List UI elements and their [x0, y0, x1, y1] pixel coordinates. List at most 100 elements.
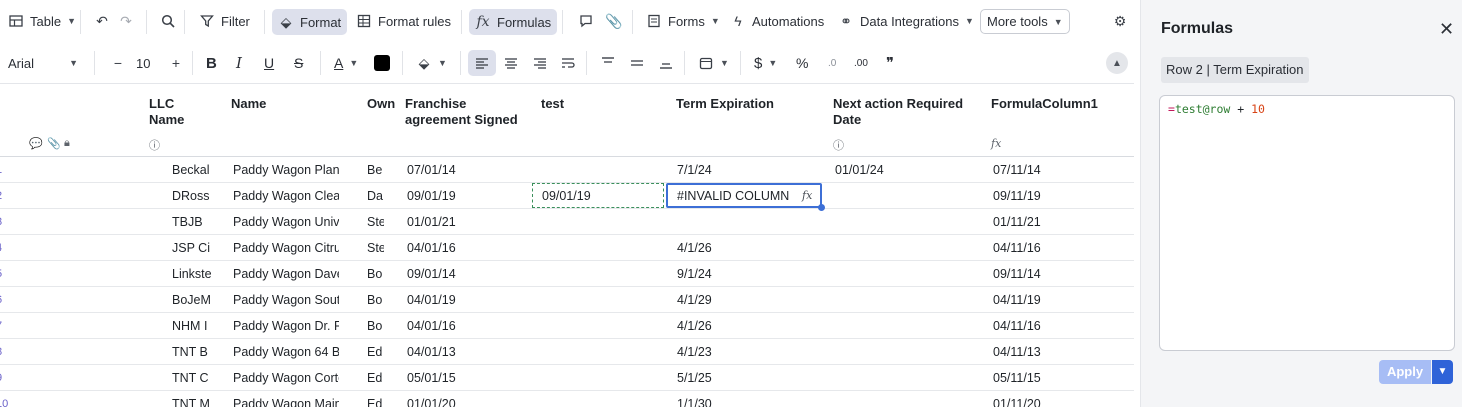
strikethrough-button[interactable]: S	[288, 50, 309, 76]
format-rules-button[interactable]: Format rules	[350, 8, 457, 34]
table-row[interactable]: 8 TNT BPaddy Wagon 64 Br Ed 04/01/13 4/1/23 0…	[0, 339, 1134, 365]
apply-options-button[interactable]: ▼	[1432, 360, 1453, 384]
table-row[interactable]: 4 JSP CiPaddy Wagon Citrus Ste 04/01/16 4/1/…	[0, 235, 1134, 261]
cell-test[interactable]	[542, 235, 656, 261]
cell-formula[interactable]: 04/11/13	[993, 339, 1127, 365]
column-header[interactable]: Own	[367, 96, 395, 112]
cell-term[interactable]: 5/1/25	[677, 365, 821, 391]
cell-term[interactable]: 9/1/24	[677, 261, 821, 287]
cell-llc[interactable]: TNT B	[172, 339, 227, 365]
cell-next[interactable]	[835, 313, 979, 339]
cell-test[interactable]	[542, 391, 656, 407]
cell-name[interactable]: Paddy Wagon Corte	[233, 365, 339, 391]
cell-formula[interactable]: 04/11/16	[993, 313, 1127, 339]
cell-name[interactable]: Paddy Wagon Dave	[233, 261, 339, 287]
table-row[interactable]: 5 LinkstePaddy Wagon Dave Bo 09/01/14 9/1/24…	[0, 261, 1134, 287]
cell-test[interactable]	[542, 365, 656, 391]
cell-name[interactable]: Paddy Wagon Citrus	[233, 235, 339, 261]
cell-name[interactable]: Paddy Wagon Dr. Pl	[233, 313, 339, 339]
font-family-select[interactable]: Arial ▼	[2, 50, 84, 76]
row-number[interactable]: 2	[0, 183, 10, 209]
formula-editor[interactable]: =test@row + 10	[1159, 95, 1455, 351]
cell-own[interactable]: Be	[367, 157, 384, 183]
cell-franchise[interactable]: 01/01/21	[407, 209, 521, 235]
row-number[interactable]: 7	[0, 313, 10, 339]
text-color-button[interactable]: A ▼	[328, 50, 364, 76]
redo-button[interactable]: ↷	[112, 8, 140, 34]
cell-franchise[interactable]: 05/01/15	[407, 365, 521, 391]
cell-formula[interactable]: 04/11/19	[993, 287, 1127, 313]
row-number[interactable]: 3	[0, 209, 10, 235]
row-number[interactable]: 9	[0, 365, 10, 391]
bold-button[interactable]: B	[200, 50, 223, 76]
data-integrations-dropdown[interactable]: ⚭ Data Integrations ▼	[832, 8, 980, 34]
align-bottom-button[interactable]	[652, 50, 680, 76]
row-number[interactable]: 1	[0, 157, 10, 183]
cell-test[interactable]	[542, 287, 656, 313]
cell-name[interactable]: Paddy Wagon Clear	[233, 183, 339, 209]
cell-franchise[interactable]: 04/01/13	[407, 339, 521, 365]
cell-llc[interactable]: TNT M	[172, 391, 227, 407]
cell-own[interactable]: Bo	[367, 261, 384, 287]
search-button[interactable]	[154, 8, 182, 34]
row-number[interactable]: 10	[0, 391, 10, 407]
table-row[interactable]: 1 BeckalPaddy Wagon Plant Be 07/01/14 7/1/24…	[0, 157, 1134, 183]
cell-next[interactable]	[835, 391, 979, 407]
cell-own[interactable]: Ste	[367, 235, 384, 261]
cell-own[interactable]: Da	[367, 183, 384, 209]
cell-llc[interactable]: JSP Ci	[172, 235, 227, 261]
apply-button[interactable]: Apply	[1379, 360, 1431, 384]
settings-button[interactable]: ⚙	[1106, 8, 1134, 34]
cell-franchise[interactable]: 04/01/16	[407, 313, 521, 339]
align-top-button[interactable]	[594, 50, 622, 76]
cell-name[interactable]: Paddy Wagon Main	[233, 391, 339, 407]
table-row[interactable]: 6 BoJeMPaddy Wagon South Bo 04/01/19 4/1/29 0…	[0, 287, 1134, 313]
cell-name[interactable]: Paddy Wagon Unive	[233, 209, 339, 235]
table-row[interactable]: 7 NHM IPaddy Wagon Dr. Pl Bo 04/01/16 4/1/26…	[0, 313, 1134, 339]
thousands-separator-button[interactable]: ❞	[880, 50, 900, 76]
cell-term[interactable]: 4/1/26	[677, 313, 821, 339]
increase-font-size-button[interactable]: +	[162, 50, 190, 76]
cell-next[interactable]	[835, 261, 979, 287]
info-icon[interactable]: ⓘ	[149, 137, 160, 153]
wrap-text-button[interactable]	[554, 50, 582, 76]
table-row[interactable]: 2 DRossPaddy Wagon Clear Da 09/01/19 09/01/1…	[0, 183, 1134, 211]
column-header[interactable]: Franchise agreement Signed	[405, 96, 518, 128]
cell-test[interactable]	[542, 209, 656, 235]
cell-own[interactable]: Ed	[367, 391, 384, 407]
cell-next[interactable]: 01/01/24	[835, 157, 979, 183]
column-header[interactable]: Next action Required Date	[833, 96, 963, 128]
cell-llc[interactable]: TNT C	[172, 365, 227, 391]
cell-llc[interactable]: TBJB	[172, 209, 227, 235]
font-size-input[interactable]: 10	[130, 50, 156, 76]
cell-franchise[interactable]: 04/01/19	[407, 287, 521, 313]
close-icon[interactable]: ✕	[1439, 20, 1454, 38]
row-number[interactable]: 8	[0, 339, 10, 365]
cell-formula[interactable]: 09/11/14	[993, 261, 1127, 287]
table-row[interactable]: 10 TNT M Paddy Wagon Main Ed 01/01/20 1/1/30 0…	[0, 391, 1134, 407]
cell-test[interactable]	[542, 157, 656, 183]
comments-button[interactable]	[572, 8, 600, 34]
cell-franchise[interactable]: 09/01/19	[407, 183, 521, 209]
cell-term[interactable]: #INVALID COLUMN	[677, 183, 821, 209]
cell-term[interactable]: 4/1/23	[677, 339, 821, 365]
cell-own[interactable]: Bo	[367, 313, 384, 339]
info-icon[interactable]: ⓘ	[833, 137, 844, 153]
cell-term[interactable]: 7/1/24	[677, 157, 821, 183]
cell-next[interactable]	[835, 183, 979, 209]
formulas-button[interactable]: fx Formulas	[469, 9, 558, 35]
cell-franchise[interactable]: 01/01/20	[407, 391, 521, 407]
cell-franchise[interactable]: 09/01/14	[407, 261, 521, 287]
format-button[interactable]: ⬙ Format	[272, 9, 348, 35]
cell-llc[interactable]: DRoss	[172, 183, 227, 209]
decrease-font-size-button[interactable]: −	[104, 50, 132, 76]
cell-test[interactable]	[542, 261, 656, 287]
cell-test[interactable]	[542, 339, 656, 365]
date-format-dropdown[interactable]: ▼	[692, 50, 735, 76]
cell-formula[interactable]: 04/11/16	[993, 235, 1127, 261]
attachments-button[interactable]: 📎	[600, 8, 628, 34]
table-row[interactable]: 3 TBJBPaddy Wagon Unive Ste 01/01/21 01/11/2…	[0, 209, 1134, 235]
column-header[interactable]: test	[541, 96, 564, 112]
cell-llc[interactable]: BoJeM	[172, 287, 227, 313]
cell-llc[interactable]: NHM I	[172, 313, 227, 339]
